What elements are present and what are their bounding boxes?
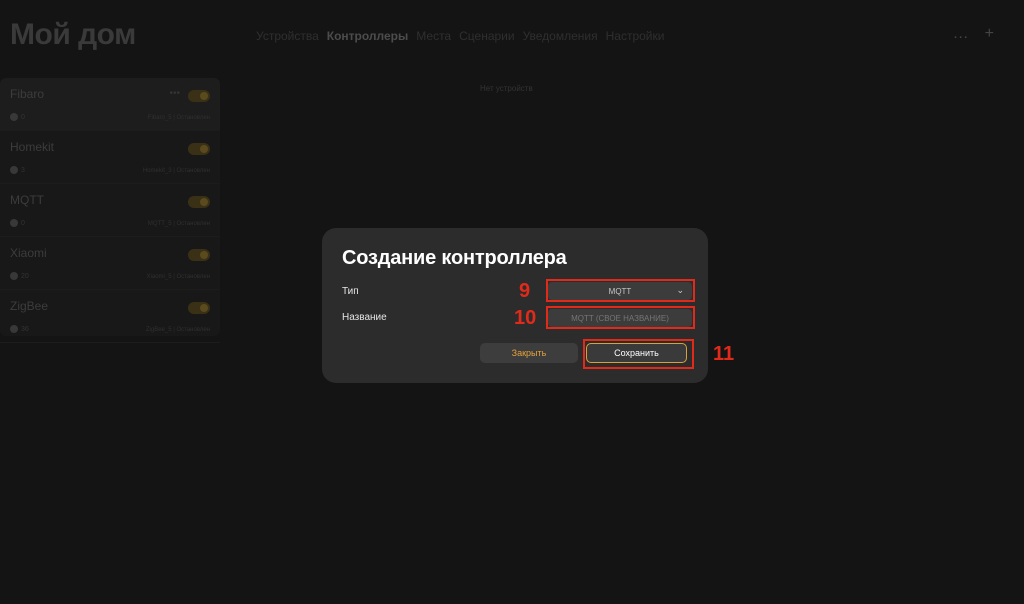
controller-name: ZigBee bbox=[10, 299, 49, 313]
controller-item-zigbee[interactable]: ZigBee 36 ZigBee_5 | Остановлен bbox=[0, 290, 220, 343]
device-count-value: 0 bbox=[21, 113, 25, 121]
controller-status: Homekit_3 | Остановлен bbox=[142, 168, 210, 174]
device-icon bbox=[10, 113, 18, 121]
device-icon bbox=[10, 325, 18, 333]
nav-settings[interactable]: Настройки bbox=[606, 29, 665, 43]
top-nav: Устройства Контроллеры Места Сценарии Ув… bbox=[256, 29, 664, 43]
create-controller-dialog: Создание контроллера Тип MQTT ⌄ Название… bbox=[322, 228, 708, 383]
nav-notifications[interactable]: Уведомления bbox=[523, 29, 598, 43]
device-icon bbox=[10, 272, 18, 280]
controller-status: Xiaomi_5 | Остановлен bbox=[146, 274, 210, 280]
chevron-down-icon: ⌄ bbox=[676, 285, 684, 295]
nav-devices[interactable]: Устройства bbox=[256, 29, 319, 43]
top-actions: … + bbox=[953, 26, 994, 42]
device-icon bbox=[10, 219, 18, 227]
name-input[interactable] bbox=[548, 309, 692, 327]
device-count: 3 bbox=[10, 166, 25, 174]
device-count: 36 bbox=[10, 325, 29, 333]
empty-devices-text: Нет устройств bbox=[480, 84, 533, 93]
controller-name: Fibaro bbox=[10, 87, 45, 101]
nav-scenarios[interactable]: Сценарии bbox=[459, 29, 514, 43]
type-label: Тип bbox=[342, 286, 359, 297]
controller-toggle[interactable] bbox=[188, 196, 210, 208]
device-count-value: 0 bbox=[21, 219, 25, 227]
dialog-title: Создание контроллера bbox=[342, 247, 567, 269]
controller-toggle[interactable] bbox=[188, 302, 210, 314]
device-icon bbox=[10, 166, 18, 174]
controller-item-fibaro[interactable]: Fibaro ••• 0 Fibaro_5 | Остановлен bbox=[0, 78, 220, 131]
nav-places[interactable]: Места bbox=[416, 29, 451, 43]
type-select[interactable]: MQTT ⌄ bbox=[548, 282, 692, 300]
controller-item-xiaomi[interactable]: Xiaomi 20 Xiaomi_5 | Остановлен bbox=[0, 237, 220, 290]
annotation-number-11: 11 bbox=[713, 343, 735, 365]
device-count: 20 bbox=[10, 272, 29, 280]
device-count: 0 bbox=[10, 219, 25, 227]
controller-name: MQTT bbox=[10, 193, 44, 207]
controller-status: Fibaro_5 | Остановлен bbox=[147, 115, 210, 121]
device-count-value: 3 bbox=[21, 166, 25, 174]
close-button[interactable]: Закрыть bbox=[480, 343, 578, 363]
controllers-list: Fibaro ••• 0 Fibaro_5 | Остановлен Homek… bbox=[0, 78, 220, 343]
controller-status: MQTT_5 | Остановлен bbox=[147, 221, 210, 227]
device-count-value: 36 bbox=[21, 325, 29, 333]
controller-toggle[interactable] bbox=[188, 143, 210, 155]
type-select-value: MQTT bbox=[608, 286, 632, 296]
controller-toggle[interactable] bbox=[188, 90, 210, 102]
more-icon[interactable]: … bbox=[953, 26, 969, 42]
nav-controllers[interactable]: Контроллеры bbox=[327, 29, 408, 43]
device-count-value: 20 bbox=[21, 272, 29, 280]
save-button[interactable]: Сохранить bbox=[586, 343, 687, 363]
controller-name: Xiaomi bbox=[10, 246, 47, 260]
controller-item-homekit[interactable]: Homekit 3 Homekit_3 | Остановлен bbox=[0, 131, 220, 184]
more-icon[interactable]: ••• bbox=[169, 88, 180, 99]
annotation-number-10: 10 bbox=[514, 307, 537, 329]
app-title: Мой дом bbox=[10, 18, 136, 51]
controller-item-mqtt[interactable]: MQTT 0 MQTT_5 | Остановлен bbox=[0, 184, 220, 237]
name-label: Название bbox=[342, 312, 387, 323]
device-count: 0 bbox=[10, 113, 25, 121]
annotation-number-9: 9 bbox=[519, 280, 531, 302]
controller-name: Homekit bbox=[10, 140, 55, 154]
add-icon[interactable]: + bbox=[985, 26, 994, 42]
controller-status: ZigBee_5 | Остановлен bbox=[145, 327, 210, 333]
controller-toggle[interactable] bbox=[188, 249, 210, 261]
